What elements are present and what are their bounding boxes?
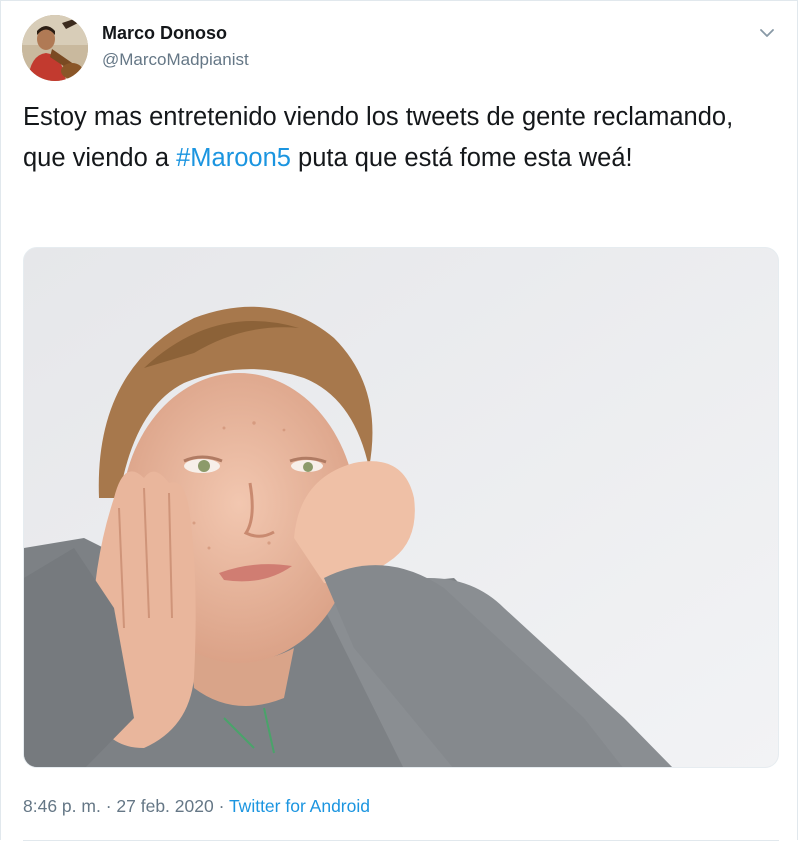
author-name[interactable]: Marco Donoso	[102, 23, 227, 44]
chevron-down-icon[interactable]	[755, 23, 779, 43]
divider	[23, 840, 779, 841]
author-handle[interactable]: @MarcoMadpianist	[102, 50, 249, 70]
bored-boy-photo	[24, 248, 778, 767]
tweet-time[interactable]: 8:46 p. m.	[23, 796, 101, 816]
tweet-text-after: puta que está fome esta weá!	[290, 144, 633, 172]
tweet-source-link[interactable]: Twitter for Android	[229, 796, 370, 816]
tweet-meta: 8:46 p. m. · 27 feb. 2020 · Twitter for …	[23, 796, 370, 817]
hashtag-link[interactable]: #Maroon5	[176, 144, 291, 172]
tweet-photo[interactable]	[23, 247, 779, 768]
tweet-card: Marco Donoso @MarcoMadpianist Estoy mas …	[0, 0, 798, 841]
meta-separator-2: ·	[213, 796, 229, 816]
avatar[interactable]	[22, 15, 88, 81]
tweet-date[interactable]: 27 feb. 2020	[116, 796, 213, 816]
meta-separator: ·	[100, 796, 117, 816]
avatar-image	[22, 15, 88, 81]
tweet-text: Estoy mas entretenido viendo los tweets …	[23, 97, 773, 179]
